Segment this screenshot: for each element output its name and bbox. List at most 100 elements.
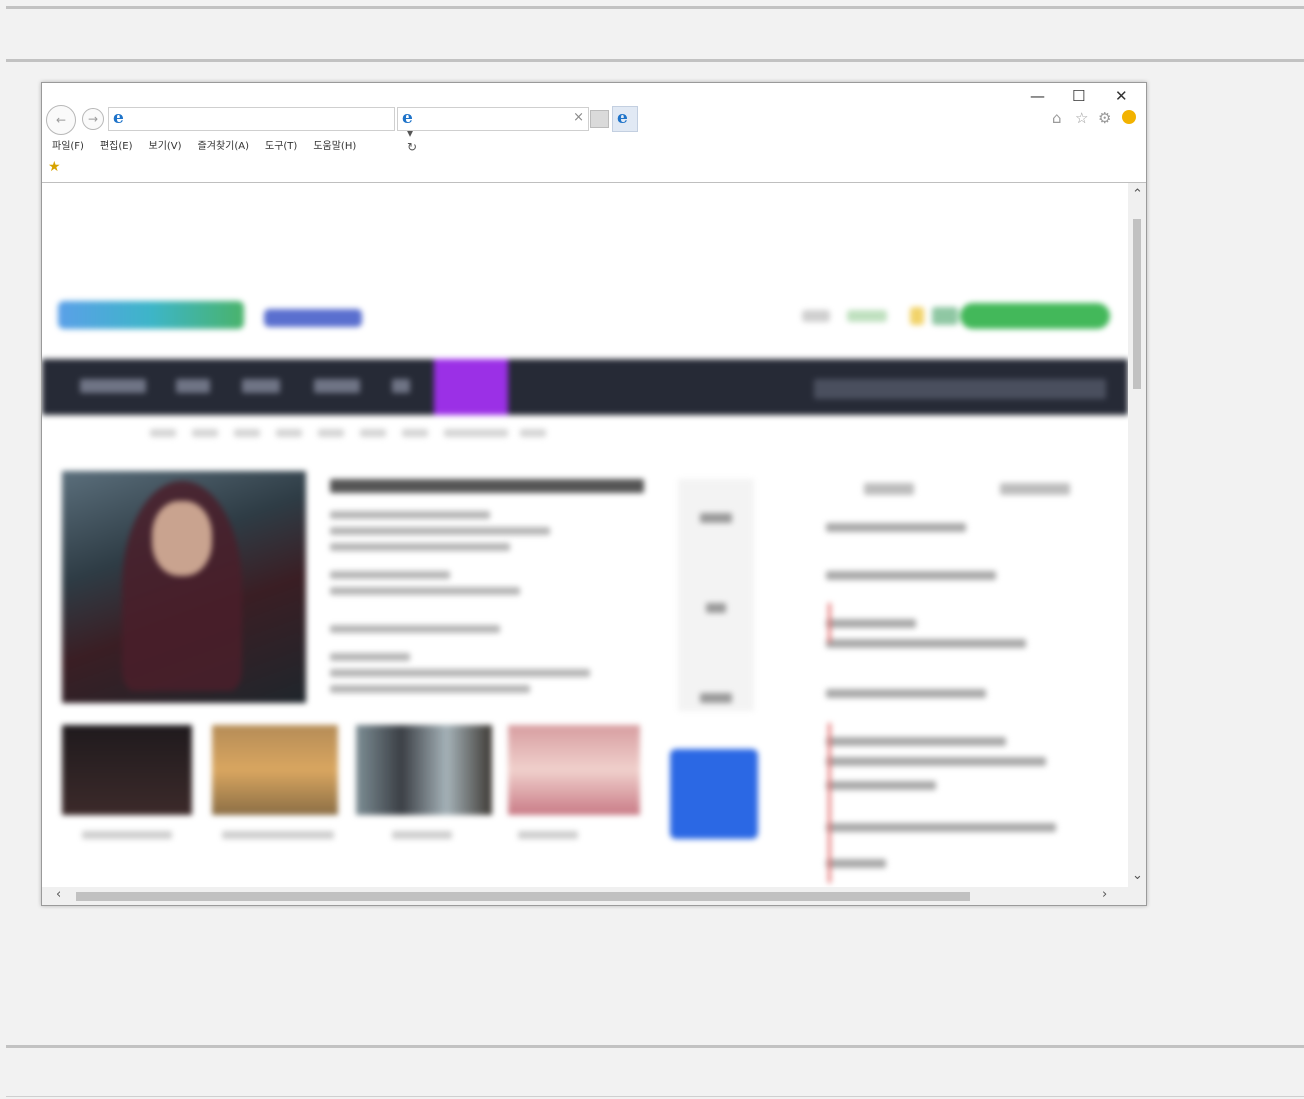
menu-favorites[interactable]: 즐겨찾기(A) (198, 137, 249, 152)
new-tab-button[interactable] (590, 110, 609, 128)
ranking-item[interactable] (826, 523, 966, 532)
settings-icon[interactable]: ⚙ (1098, 109, 1111, 127)
horizontal-scroll-thumb[interactable] (76, 892, 970, 901)
forward-icon: → (87, 112, 99, 126)
second-tab[interactable]: e (612, 106, 638, 132)
blurred-page-content (42, 183, 1128, 887)
menu-help[interactable]: 도움말(H) (313, 137, 356, 152)
favorites-icon[interactable]: ☆ (1075, 109, 1088, 127)
subnav-item[interactable] (520, 429, 546, 437)
news-line[interactable] (330, 685, 530, 693)
vertical-scrollbar[interactable]: ⌃ ⌄ (1128, 183, 1146, 887)
thumbnail[interactable] (62, 725, 192, 815)
top-link[interactable] (802, 310, 830, 322)
horizontal-scrollbar[interactable]: ‹ › (42, 887, 1146, 905)
news-line[interactable] (330, 625, 500, 633)
photo-face (152, 501, 212, 576)
browser-window: ← → e ⌕ ▾ ↻ e × e — ☐ ✕ ⌂ ☆ ⚙ 파일(F) 편집(E… (41, 82, 1147, 906)
news-line[interactable] (330, 669, 590, 677)
favorites-bar-icon[interactable]: ★ (48, 159, 61, 175)
nav-item[interactable] (176, 379, 210, 393)
subnav-item[interactable] (318, 429, 344, 437)
nav-item[interactable] (80, 379, 146, 393)
site-logo[interactable] (58, 301, 244, 329)
ranking-item[interactable] (826, 571, 996, 580)
ranking-item[interactable] (826, 757, 1046, 766)
scroll-right-icon[interactable]: › (1102, 887, 1107, 902)
ranking-item[interactable] (826, 737, 1006, 746)
side-link[interactable] (706, 603, 726, 613)
subnav-item[interactable] (402, 429, 428, 437)
subnav-item[interactable] (276, 429, 302, 437)
ranking-item[interactable] (826, 689, 986, 698)
subnav-item[interactable] (360, 429, 386, 437)
second-tab-ie-icon: e (617, 108, 628, 128)
close-button[interactable]: ✕ (1115, 87, 1128, 105)
menu-bar: 파일(F) 편집(E) 보기(V) 즐겨찾기(A) 도구(T) 도움말(H) (52, 137, 356, 152)
subnav-item[interactable] (234, 429, 260, 437)
thumbnail[interactable] (508, 725, 640, 815)
ranking-item[interactable] (826, 619, 916, 628)
back-icon: ← (55, 113, 67, 127)
scroll-up-icon[interactable]: ⌃ (1132, 187, 1143, 202)
thumbnail-caption[interactable] (518, 831, 578, 839)
home-icon[interactable]: ⌂ (1052, 109, 1062, 127)
news-line[interactable] (330, 653, 410, 661)
ranking-tab[interactable] (864, 483, 914, 495)
browser-tab[interactable]: e × (397, 107, 589, 131)
forward-button[interactable]: → (82, 108, 104, 130)
minimize-button[interactable]: — (1030, 87, 1045, 105)
subnav-item[interactable] (444, 429, 508, 437)
nav-item[interactable] (314, 379, 360, 393)
news-line[interactable] (330, 571, 450, 579)
thumbnail-caption[interactable] (392, 831, 452, 839)
address-bar[interactable]: e ⌕ ▾ ↻ (108, 107, 417, 154)
promo-box[interactable] (670, 749, 758, 839)
subnav-item[interactable] (192, 429, 218, 437)
ranking-item[interactable] (826, 781, 936, 790)
news-line[interactable] (330, 543, 510, 551)
news-line[interactable] (330, 511, 490, 519)
maximize-button[interactable]: ☐ (1072, 87, 1085, 105)
scroll-down-icon[interactable]: ⌄ (1132, 868, 1143, 883)
ranking-item[interactable] (826, 639, 1026, 648)
side-link[interactable] (700, 693, 732, 703)
top-divider (6, 6, 1304, 9)
bottom-divider (6, 1096, 1304, 1097)
nav-item-active[interactable] (434, 359, 508, 415)
scroll-left-icon[interactable]: ‹ (56, 887, 61, 902)
site-search-input[interactable] (814, 379, 1106, 399)
thumbnail-caption[interactable] (222, 831, 334, 839)
ranking-item[interactable] (826, 823, 1056, 832)
upper-divider (6, 59, 1304, 62)
headline-photo[interactable] (62, 471, 306, 703)
ranking-marker (828, 603, 831, 643)
site-logo-sub[interactable] (264, 309, 362, 327)
top-link[interactable] (847, 310, 887, 322)
back-button[interactable]: ← (46, 105, 76, 135)
vertical-scroll-thumb[interactable] (1133, 219, 1141, 389)
news-line[interactable] (330, 527, 550, 535)
thumbnail[interactable] (356, 725, 492, 815)
ranking-tab[interactable] (1000, 483, 1070, 495)
thumbnail-caption[interactable] (82, 831, 172, 839)
join-button[interactable] (960, 303, 1110, 329)
news-line[interactable] (330, 587, 520, 595)
subnav-item[interactable] (150, 429, 176, 437)
menu-file[interactable]: 파일(F) (52, 137, 84, 152)
top-icon[interactable] (932, 307, 958, 325)
web-page-viewport[interactable] (42, 183, 1128, 887)
top-icon[interactable] (910, 307, 924, 325)
headline-title[interactable] (330, 479, 644, 493)
nav-item[interactable] (242, 379, 280, 393)
ranking-item[interactable] (826, 859, 886, 868)
menu-view[interactable]: 보기(V) (149, 137, 182, 152)
tab-close-button[interactable]: × (573, 110, 584, 125)
menu-edit[interactable]: 편집(E) (100, 137, 133, 152)
side-link[interactable] (700, 513, 732, 523)
thumbnail[interactable] (212, 725, 338, 815)
nav-item[interactable] (392, 379, 410, 393)
side-link-column (678, 479, 754, 711)
feedback-smiley-icon[interactable] (1122, 110, 1136, 124)
menu-tools[interactable]: 도구(T) (265, 137, 297, 152)
